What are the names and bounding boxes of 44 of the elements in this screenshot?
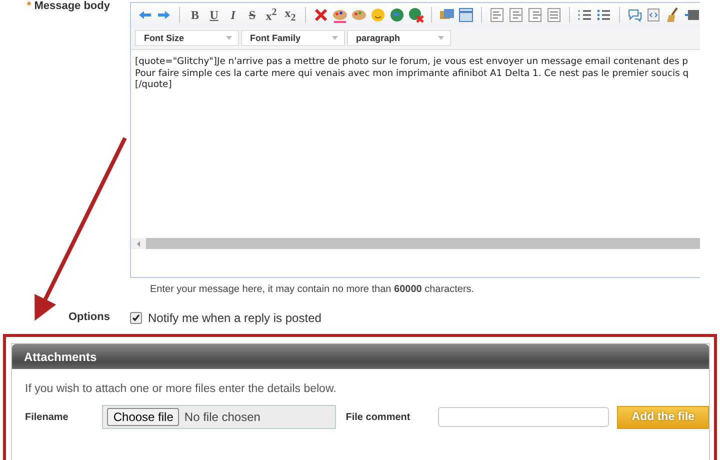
field-label: Filename (25, 412, 68, 422)
format-button[interactable]: I (225, 8, 242, 22)
comment-field[interactable] (438, 407, 610, 427)
table-icon[interactable] (458, 7, 474, 23)
code-icon[interactable] (646, 7, 662, 23)
delete-icon[interactable] (313, 7, 330, 23)
format-button[interactable]: U (206, 8, 222, 22)
justify-icon[interactable] (546, 7, 562, 23)
editor-text-line: [/quote] (135, 79, 173, 90)
bullet-list-icon[interactable] (596, 7, 612, 23)
field-label: * Message body (26, 0, 111, 12)
globe-icon[interactable] (389, 7, 406, 23)
format-button[interactable]: B (186, 8, 203, 22)
file-status: No file chosen (184, 410, 260, 424)
panel-title: Attachments (12, 344, 709, 369)
rich-text-editor[interactable] (130, 2, 700, 278)
format-button[interactable]: S (244, 8, 260, 22)
caret-icon (332, 36, 338, 40)
palette-icon[interactable] (351, 7, 368, 23)
editor-text-line: [quote="Glitchy"]Je n'arrive pas a mettre de photo sur le forum, je vous est envoyer un message email contenant des p (135, 56, 689, 68)
checkbox-label[interactable]: Notify me when a reply is posted (148, 311, 322, 325)
field-label: File comment (346, 412, 410, 422)
dropdown[interactable]: Font Family (241, 30, 345, 46)
file-input[interactable]: Choose file No file chosen (102, 405, 336, 429)
help-text: Enter your message here, it may contain no more than 60000 characters. (150, 284, 476, 295)
numbered-list-icon[interactable] (577, 7, 594, 23)
dropdown[interactable]: paragraph (347, 30, 451, 46)
caret-icon (226, 36, 232, 40)
align-center-icon[interactable] (508, 7, 524, 23)
align-left-icon[interactable] (489, 7, 506, 23)
speech-bubble-icon[interactable] (627, 7, 643, 23)
align-right-icon[interactable] (527, 7, 544, 23)
dropdown[interactable]: Font Size (135, 30, 239, 46)
smiley-icon[interactable] (370, 7, 386, 23)
field-label: Options (67, 311, 111, 323)
horizontal-scrollbar[interactable] (131, 238, 700, 249)
editor-text-line: Pour faire simple ces la carte mere qui venais avec mon imprimante afinibot A1 Delta 1. Ce nest pas le premier soucis q (135, 68, 690, 79)
format-button[interactable]: x$_{2}$ (282, 6, 298, 24)
caret-icon (438, 36, 444, 40)
checkbox[interactable] (130, 312, 142, 324)
choose-file-button[interactable]: Choose file (107, 408, 180, 426)
instructions: If you wish to attach one or more files enter the details below. (25, 383, 338, 395)
palette-icon[interactable] (332, 7, 348, 23)
format-button[interactable]: x$^{2}$ (263, 6, 280, 24)
